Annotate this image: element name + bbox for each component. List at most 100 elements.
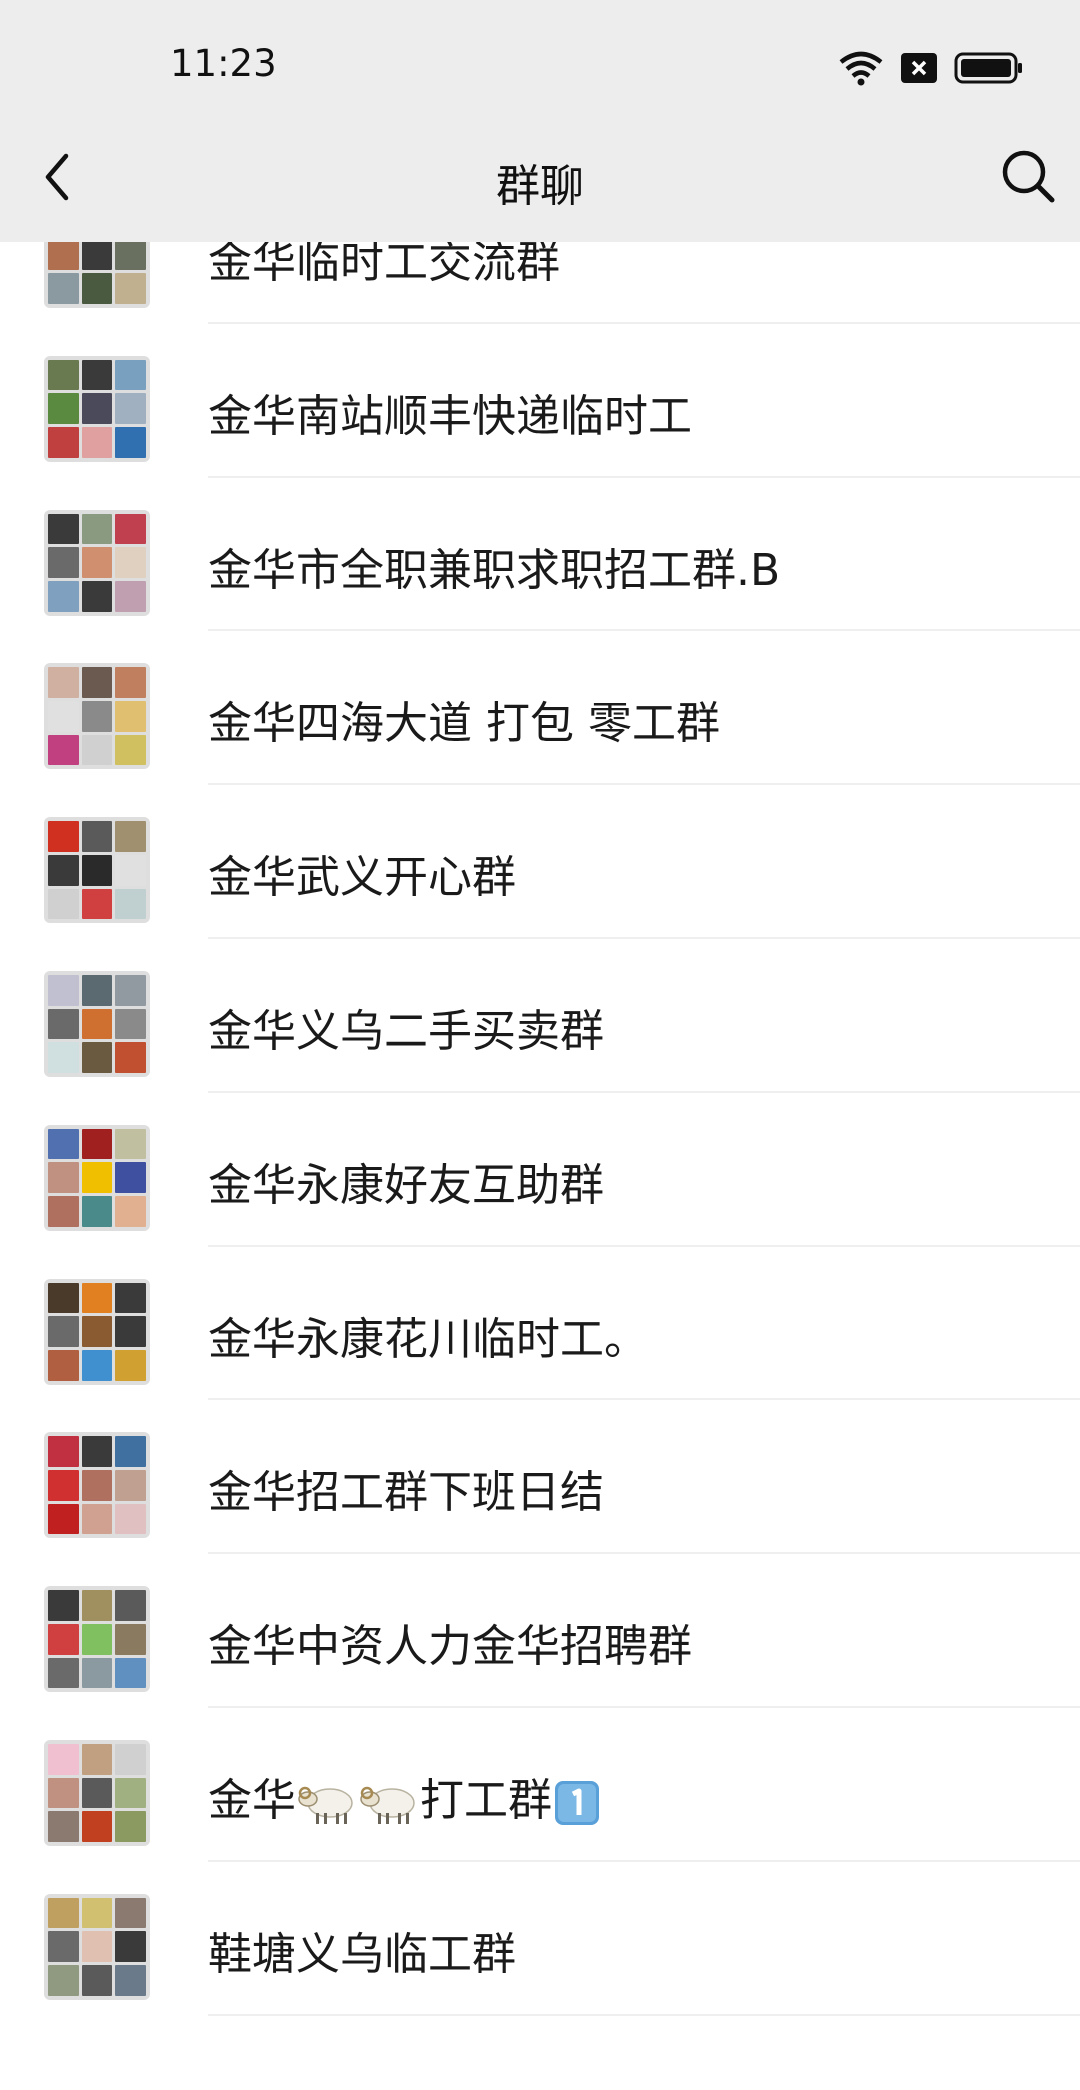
avatar-tile: [48, 734, 79, 766]
avatar-tile: [48, 580, 79, 612]
group-row[interactable]: 金华义乌二手买卖群: [0, 939, 1080, 1093]
avatar-tile: [115, 854, 146, 886]
group-name: 金华南站顺丰快递临时工: [208, 380, 692, 444]
avatar-tile: [81, 974, 113, 1006]
group-name: 金华招工群下班日结: [208, 1456, 604, 1520]
group-name: 金华义乌二手买卖群: [208, 995, 604, 1059]
avatar-tile: [81, 1162, 113, 1194]
group-avatar: [44, 817, 150, 924]
group-avatar: [44, 1739, 150, 1846]
avatar-tile: [81, 1743, 113, 1775]
avatar-tile: [81, 359, 113, 391]
avatar-tile: [115, 1042, 146, 1073]
sheep-emoji-icon: [298, 1786, 353, 1824]
avatar-tile: [48, 1282, 79, 1314]
avatar-tile: [81, 734, 113, 766]
search-icon[interactable]: [998, 146, 1058, 206]
avatar-tile: [81, 1128, 113, 1160]
avatar-tile: [48, 1743, 79, 1775]
avatar-tile: [48, 701, 79, 732]
avatar-tile: [48, 1436, 79, 1468]
group-name-text: 金华市全职兼职求职招工群.B: [208, 544, 781, 596]
avatar-tile: [48, 1965, 79, 1996]
status-time: 11:23: [170, 42, 277, 85]
group-name-text: 金华招工群下班日结: [208, 1467, 604, 1519]
avatar-tile: [115, 427, 146, 458]
avatar-tile: [48, 1196, 79, 1227]
avatar-tile: [81, 580, 113, 612]
group-row[interactable]: 金华 打工群: [0, 1708, 1080, 1862]
avatar-tile: [115, 1931, 146, 1963]
avatar-tile: [81, 1657, 113, 1689]
avatar-tile: [48, 1042, 79, 1073]
avatar-tile: [48, 1316, 79, 1347]
page-title: 群聊: [496, 161, 584, 212]
avatar-tile: [48, 513, 79, 545]
group-name-text: 金华义乌二手买卖群: [208, 1005, 604, 1057]
avatar-tile: [81, 393, 113, 425]
avatar-tile: [48, 427, 79, 458]
group-avatar: [44, 1893, 150, 2000]
status-icons: [838, 48, 1024, 88]
group-name-text: 金华永康好友互助群: [208, 1159, 604, 1211]
group-row[interactable]: 金华南站顺丰快递临时工: [0, 324, 1080, 478]
keycap-one-emoji-icon: [555, 1780, 599, 1825]
avatar-tile: [81, 854, 113, 886]
group-row[interactable]: 金华永康花川临时工。: [0, 1247, 1080, 1401]
group-name: 金华市全职兼职求职招工群.B: [208, 534, 780, 598]
avatar-tile: [81, 1349, 113, 1381]
group-name: 金华永康花川临时工。: [208, 1303, 648, 1367]
avatar-tile: [81, 701, 113, 732]
avatar-tile: [115, 1316, 146, 1347]
avatar-tile: [81, 1503, 113, 1535]
avatar-tile: [115, 1657, 146, 1689]
group-row[interactable]: 金华中资人力金华招聘群: [0, 1554, 1080, 1708]
avatar-tile: [48, 1008, 79, 1040]
avatar-tile: [81, 547, 113, 578]
avatar-tile: [81, 273, 113, 304]
avatar-tile: [81, 1282, 113, 1314]
avatar-tile: [115, 667, 146, 699]
sheep-emoji-icon: [360, 1786, 415, 1824]
avatar-tile: [115, 1811, 146, 1842]
group-avatar: [44, 1586, 150, 1693]
avatar-tile: [48, 888, 79, 920]
group-row[interactable]: 金华武义开心群: [0, 785, 1080, 939]
group-row[interactable]: 金华市全职兼职求职招工群.B: [0, 478, 1080, 632]
group-row[interactable]: 金华永康好友互助群: [0, 1093, 1080, 1247]
group-name-text: 鞋塘义乌临工群: [208, 1928, 516, 1980]
avatar-tile: [81, 1042, 113, 1073]
group-name-suffix: 打工群: [420, 1774, 552, 1826]
avatar-tile: [115, 1128, 146, 1160]
group-avatar: [44, 970, 150, 1077]
avatar-tile: [115, 359, 146, 391]
group-row[interactable]: 金华招工群下班日结: [0, 1400, 1080, 1555]
avatar-tile: [115, 1590, 146, 1621]
avatar-tile: [115, 580, 146, 612]
group-avatar: [44, 355, 150, 462]
group-name-text: 金华武义开心群: [208, 852, 516, 904]
avatar-tile: [115, 1897, 146, 1929]
avatar-tile: [115, 513, 146, 545]
avatar-tile: [81, 1931, 113, 1963]
group-row[interactable]: 金华四海大道 打包 零工群: [0, 631, 1080, 786]
avatar-tile: [81, 1777, 113, 1809]
avatar-tile: [48, 821, 79, 852]
group-name-text: 金华永康花川临时工。: [208, 1313, 648, 1365]
avatar-tile: [115, 1349, 146, 1381]
group-name: 金华永康好友互助群: [208, 1149, 604, 1213]
avatar-tile: [48, 1777, 79, 1809]
avatar-tile: [48, 1931, 79, 1963]
avatar-tile: [48, 1503, 79, 1535]
avatar-tile: [48, 1349, 79, 1381]
group-avatar: [44, 663, 150, 770]
avatar-tile: [115, 974, 146, 1006]
avatar-tile: [115, 734, 146, 766]
group-row[interactable]: 鞋塘义乌临工群: [0, 1862, 1080, 2016]
avatar-tile: [48, 1897, 79, 1929]
avatar-tile: [81, 888, 113, 920]
group-name: 金华中资人力金华招聘群: [208, 1610, 692, 1674]
avatar-tile: [81, 1965, 113, 1996]
avatar-tile: [81, 821, 113, 852]
avatar-tile: [115, 1623, 146, 1655]
